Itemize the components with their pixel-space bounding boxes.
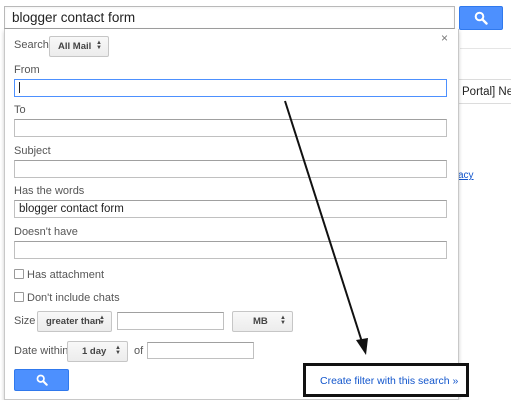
date-of-field[interactable]: [147, 342, 254, 359]
from-label: From: [14, 64, 40, 76]
updown-arrows-icon: ▲ ▼: [115, 345, 121, 356]
updown-arrows-icon: ▲ ▼: [280, 315, 286, 326]
has-words-field[interactable]: blogger contact form: [14, 200, 447, 218]
create-filter-link[interactable]: Create filter with this search »: [320, 375, 458, 387]
submit-search-button[interactable]: [14, 369, 69, 391]
updown-arrows-icon: ▲ ▼: [96, 40, 102, 51]
has-words-value: blogger contact form: [19, 203, 124, 215]
date-within-label: Date within: [14, 345, 69, 357]
updown-arrows-icon: ▲ ▼: [99, 315, 105, 326]
date-within-value: 1 day: [82, 346, 107, 357]
size-unit-value: MB: [253, 316, 268, 327]
background-row-text: Portal] New: [462, 86, 511, 98]
background-email-row[interactable]: Portal] New: [458, 79, 511, 104]
background-link[interactable]: acy: [458, 170, 474, 181]
close-icon[interactable]: ×: [441, 32, 448, 44]
search-input[interactable]: blogger contact form: [4, 6, 455, 29]
background-divider: [460, 48, 511, 49]
to-label: To: [14, 104, 26, 116]
size-value-field[interactable]: [117, 312, 224, 330]
search-scope-select[interactable]: All Mail ▲ ▼: [49, 36, 109, 57]
date-within-select[interactable]: 1 day ▲ ▼: [67, 341, 128, 362]
subject-label: Subject: [14, 145, 51, 157]
to-field[interactable]: [14, 119, 447, 137]
search-icon: [36, 374, 48, 386]
size-unit-select[interactable]: MB ▲ ▼: [232, 311, 293, 332]
of-label: of: [134, 345, 144, 357]
size-operator-value: greater than: [46, 316, 101, 327]
subject-field[interactable]: [14, 160, 447, 178]
has-attachment-checkbox[interactable]: [14, 269, 24, 279]
text-caret: [19, 82, 20, 93]
dont-include-chats-checkbox[interactable]: [14, 292, 24, 302]
search-query-text: blogger contact form: [12, 10, 136, 25]
search-button[interactable]: [459, 6, 503, 30]
dont-include-chats-label: Don't include chats: [27, 292, 120, 304]
size-operator-select[interactable]: greater than ▲ ▼: [37, 311, 112, 332]
search-scope-label: Search: [14, 39, 49, 51]
has-words-label: Has the words: [14, 185, 85, 197]
has-attachment-label: Has attachment: [27, 269, 105, 281]
from-field[interactable]: [14, 79, 447, 97]
doesnt-have-field[interactable]: [14, 241, 447, 259]
size-label: Size: [14, 315, 36, 327]
search-scope-value: All Mail: [58, 41, 92, 52]
doesnt-have-label: Doesn't have: [14, 226, 78, 238]
search-icon: [474, 11, 488, 25]
